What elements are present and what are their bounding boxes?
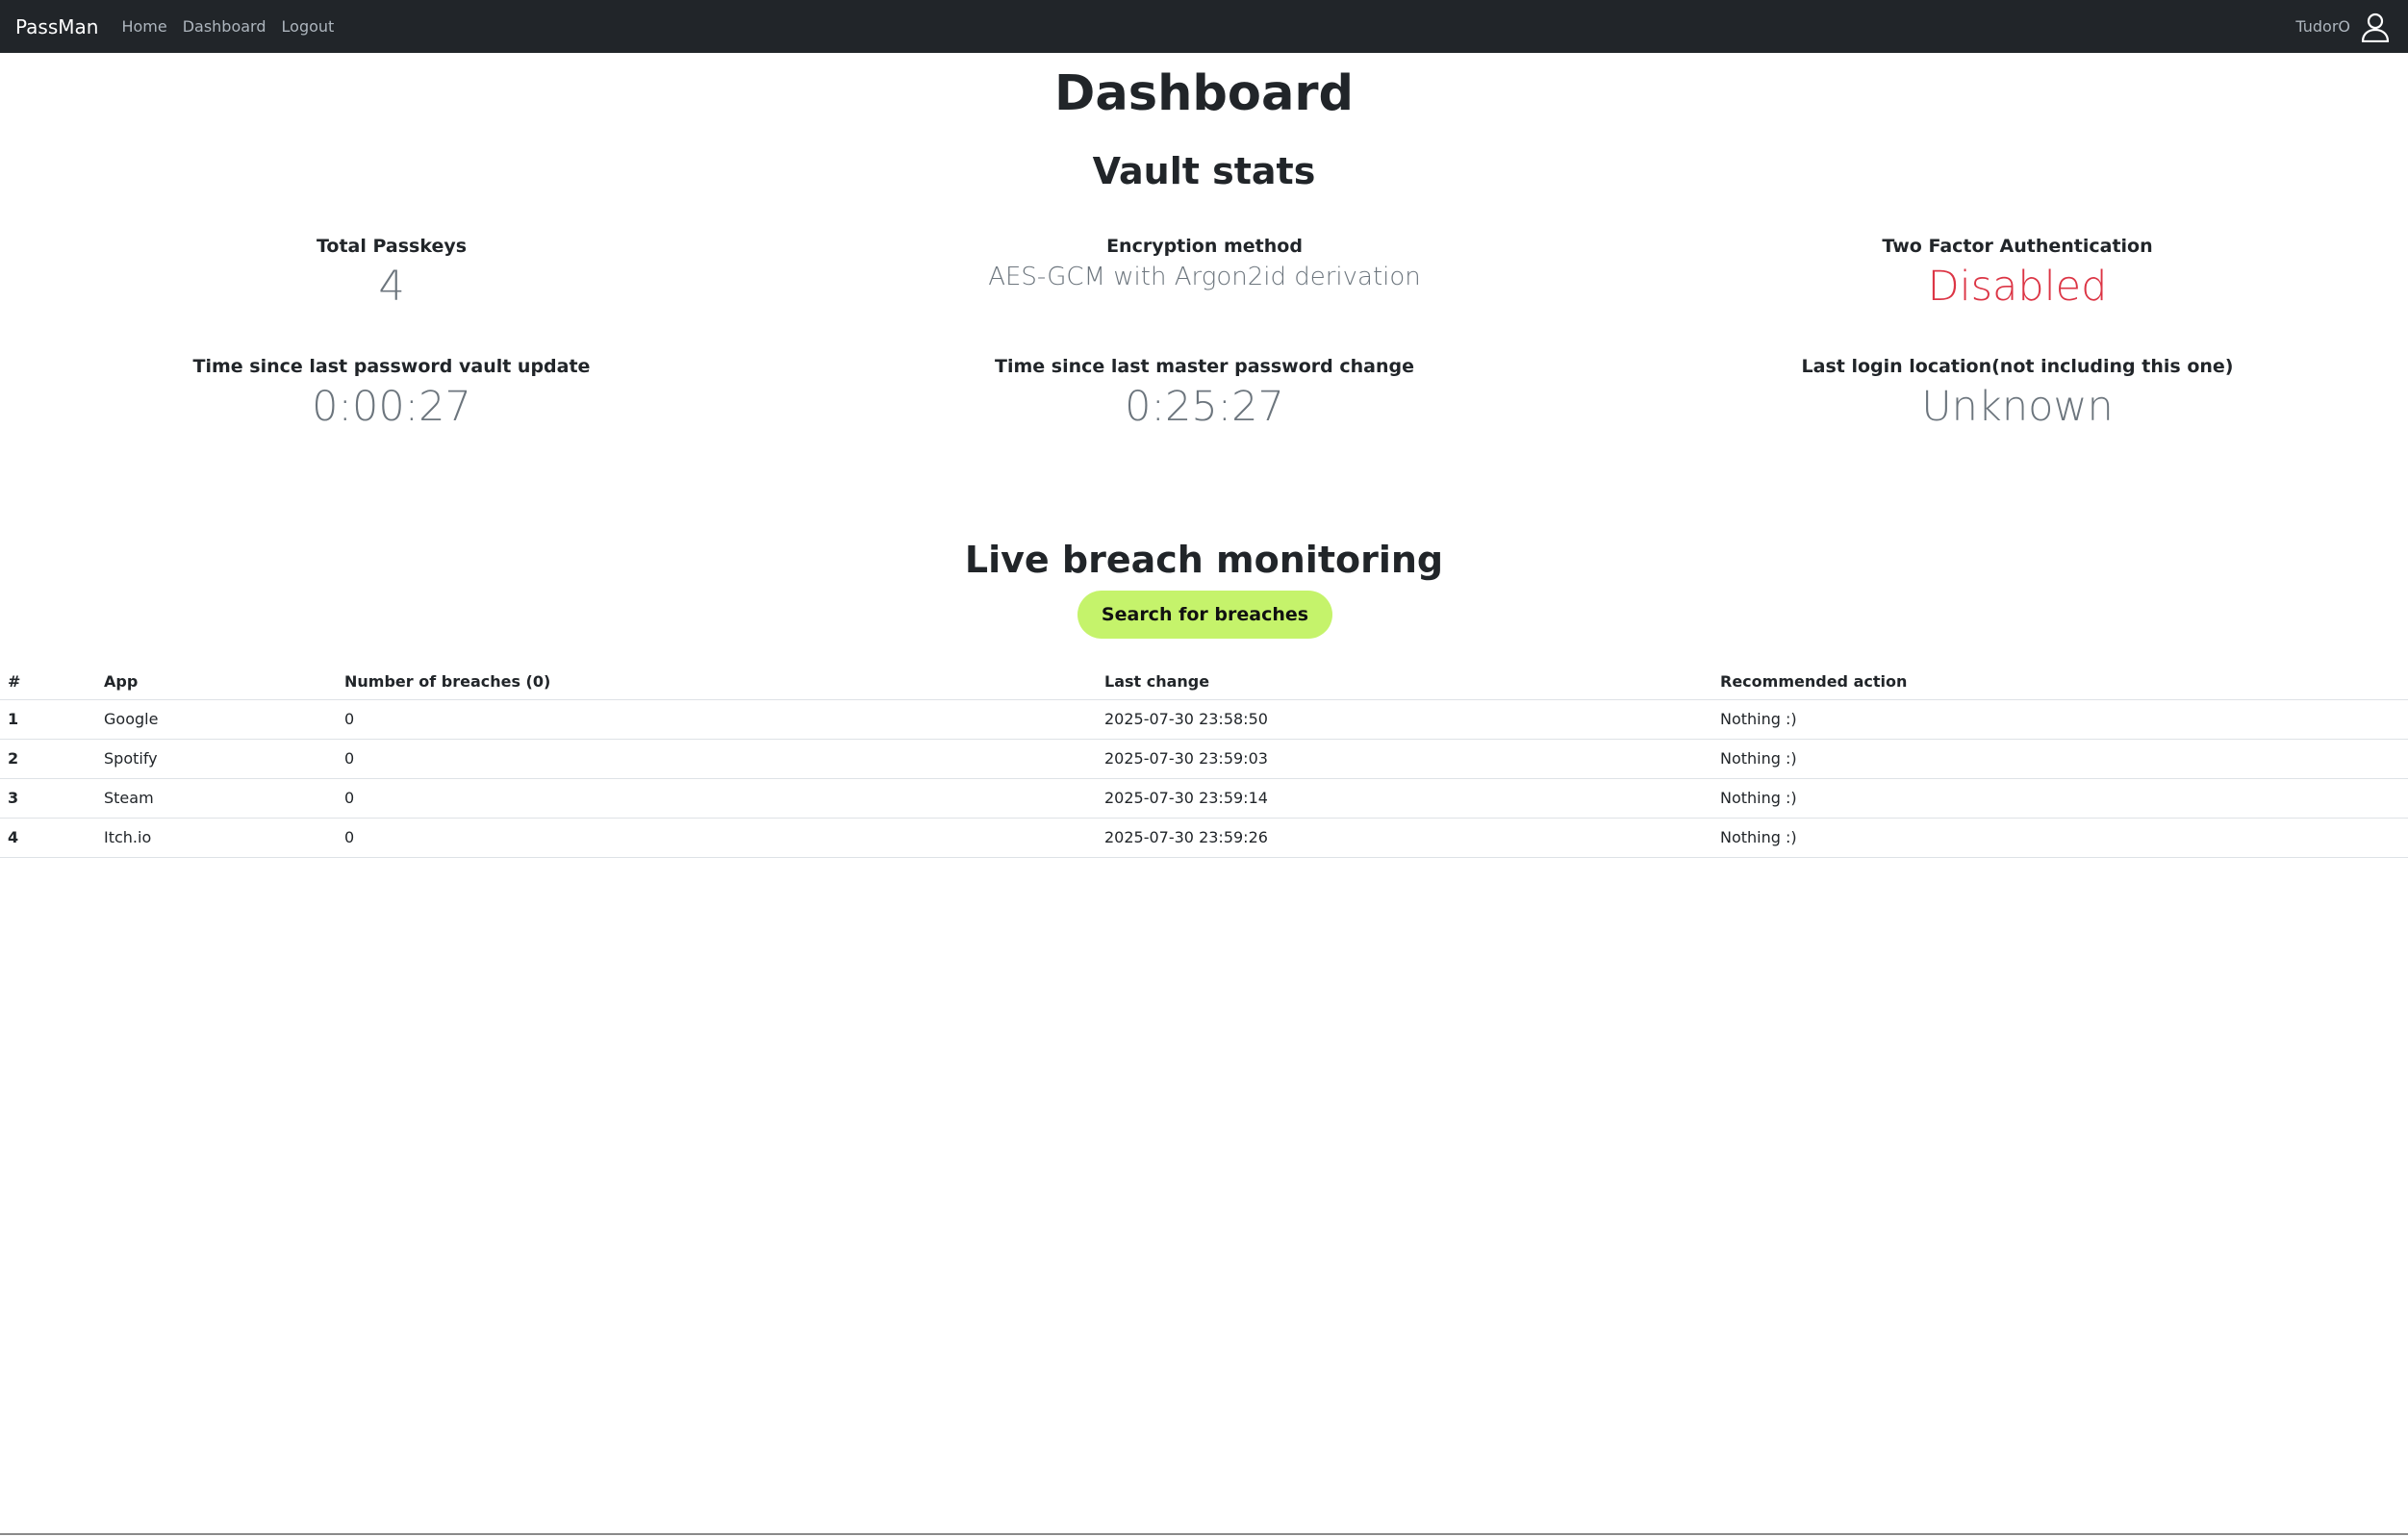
stat-value: 0:00:27 [312, 383, 471, 431]
row-app: Itch.io [96, 818, 337, 858]
row-number: 4 [0, 818, 96, 858]
stat-master-password-change: Time since last master password change 0… [820, 356, 1589, 431]
username[interactable]: TudorO [2295, 17, 2350, 36]
column-header-number: # [0, 664, 96, 700]
stat-label: Total Passkeys [316, 236, 468, 257]
stat-label: Two Factor Authentication [1882, 236, 2153, 257]
nav-link-logout[interactable]: Logout [282, 17, 335, 36]
stat-value: Unknown [1921, 383, 2114, 431]
column-header-last-change: Last change [1097, 664, 1712, 700]
column-header-recommended-action: Recommended action [1712, 664, 2408, 700]
two-factor-status: Disabled [1927, 263, 2108, 311]
page-title: Dashboard [1053, 65, 1355, 122]
stat-value: AES-GCM with Argon2id derivation [988, 263, 1421, 291]
page-bottom-divider [0, 1533, 2408, 1535]
row-action: Nothing :) [1712, 778, 2408, 819]
stat-last-login-location: Last login location(not including this o… [1633, 356, 2402, 431]
breach-table: # App Number of breaches (0) Last change… [0, 664, 2408, 858]
stat-vault-update-time: Time since last password vault update 0:… [7, 356, 776, 431]
row-last-change: 2025-07-30 23:59:14 [1097, 778, 1712, 819]
navbar: PassMan Home Dashboard Logout TudorO [0, 0, 2408, 53]
nav-link-dashboard[interactable]: Dashboard [183, 17, 266, 36]
stat-encryption-method: Encryption method AES-GCM with Argon2id … [820, 236, 1589, 291]
table-row: 1 Google 0 2025-07-30 23:58:50 Nothing :… [0, 699, 2408, 740]
row-last-change: 2025-07-30 23:59:03 [1097, 739, 1712, 779]
stat-label: Time since last master password change [995, 356, 1414, 377]
row-action: Nothing :) [1712, 818, 2408, 858]
vault-stats-title: Vault stats [1092, 150, 1316, 192]
breach-monitoring-title: Live breach monitoring [964, 539, 1444, 581]
stat-value: 0:25:27 [1125, 383, 1284, 431]
row-last-change: 2025-07-30 23:59:26 [1097, 818, 1712, 858]
row-action: Nothing :) [1712, 699, 2408, 740]
search-breaches-button[interactable]: Search for breaches [1077, 591, 1332, 639]
row-app: Google [96, 699, 337, 740]
row-last-change: 2025-07-30 23:58:50 [1097, 699, 1712, 740]
row-action: Nothing :) [1712, 739, 2408, 779]
row-number: 1 [0, 699, 96, 740]
stat-total-passkeys: Total Passkeys 4 [7, 236, 776, 311]
stat-value: 4 [378, 263, 405, 311]
stat-label: Last login location(not including this o… [1801, 356, 2234, 377]
row-breaches: 0 [337, 739, 1097, 779]
row-number: 2 [0, 739, 96, 779]
table-row: 2 Spotify 0 2025-07-30 23:59:03 Nothing … [0, 739, 2408, 779]
row-breaches: 0 [337, 699, 1097, 740]
nav-links: Home Dashboard Logout [121, 17, 349, 36]
user-icon[interactable] [2360, 12, 2391, 42]
row-app: Steam [96, 778, 337, 819]
column-header-breaches: Number of breaches (0) [337, 664, 1097, 700]
row-breaches: 0 [337, 778, 1097, 819]
table-row: 4 Itch.io 0 2025-07-30 23:59:26 Nothing … [0, 818, 2408, 858]
stat-two-factor-auth: Two Factor Authentication Disabled [1633, 236, 2402, 311]
row-app: Spotify [96, 739, 337, 779]
row-breaches: 0 [337, 818, 1097, 858]
user-menu[interactable]: TudorO [2295, 12, 2391, 42]
table-header-row: # App Number of breaches (0) Last change… [0, 664, 2408, 700]
brand-logo[interactable]: PassMan [15, 15, 98, 38]
nav-link-home[interactable]: Home [121, 17, 166, 36]
table-row: 3 Steam 0 2025-07-30 23:59:14 Nothing :) [0, 778, 2408, 819]
column-header-app: App [96, 664, 337, 700]
stat-label: Encryption method [1106, 236, 1303, 257]
row-number: 3 [0, 778, 96, 819]
stat-label: Time since last password vault update [192, 356, 591, 377]
